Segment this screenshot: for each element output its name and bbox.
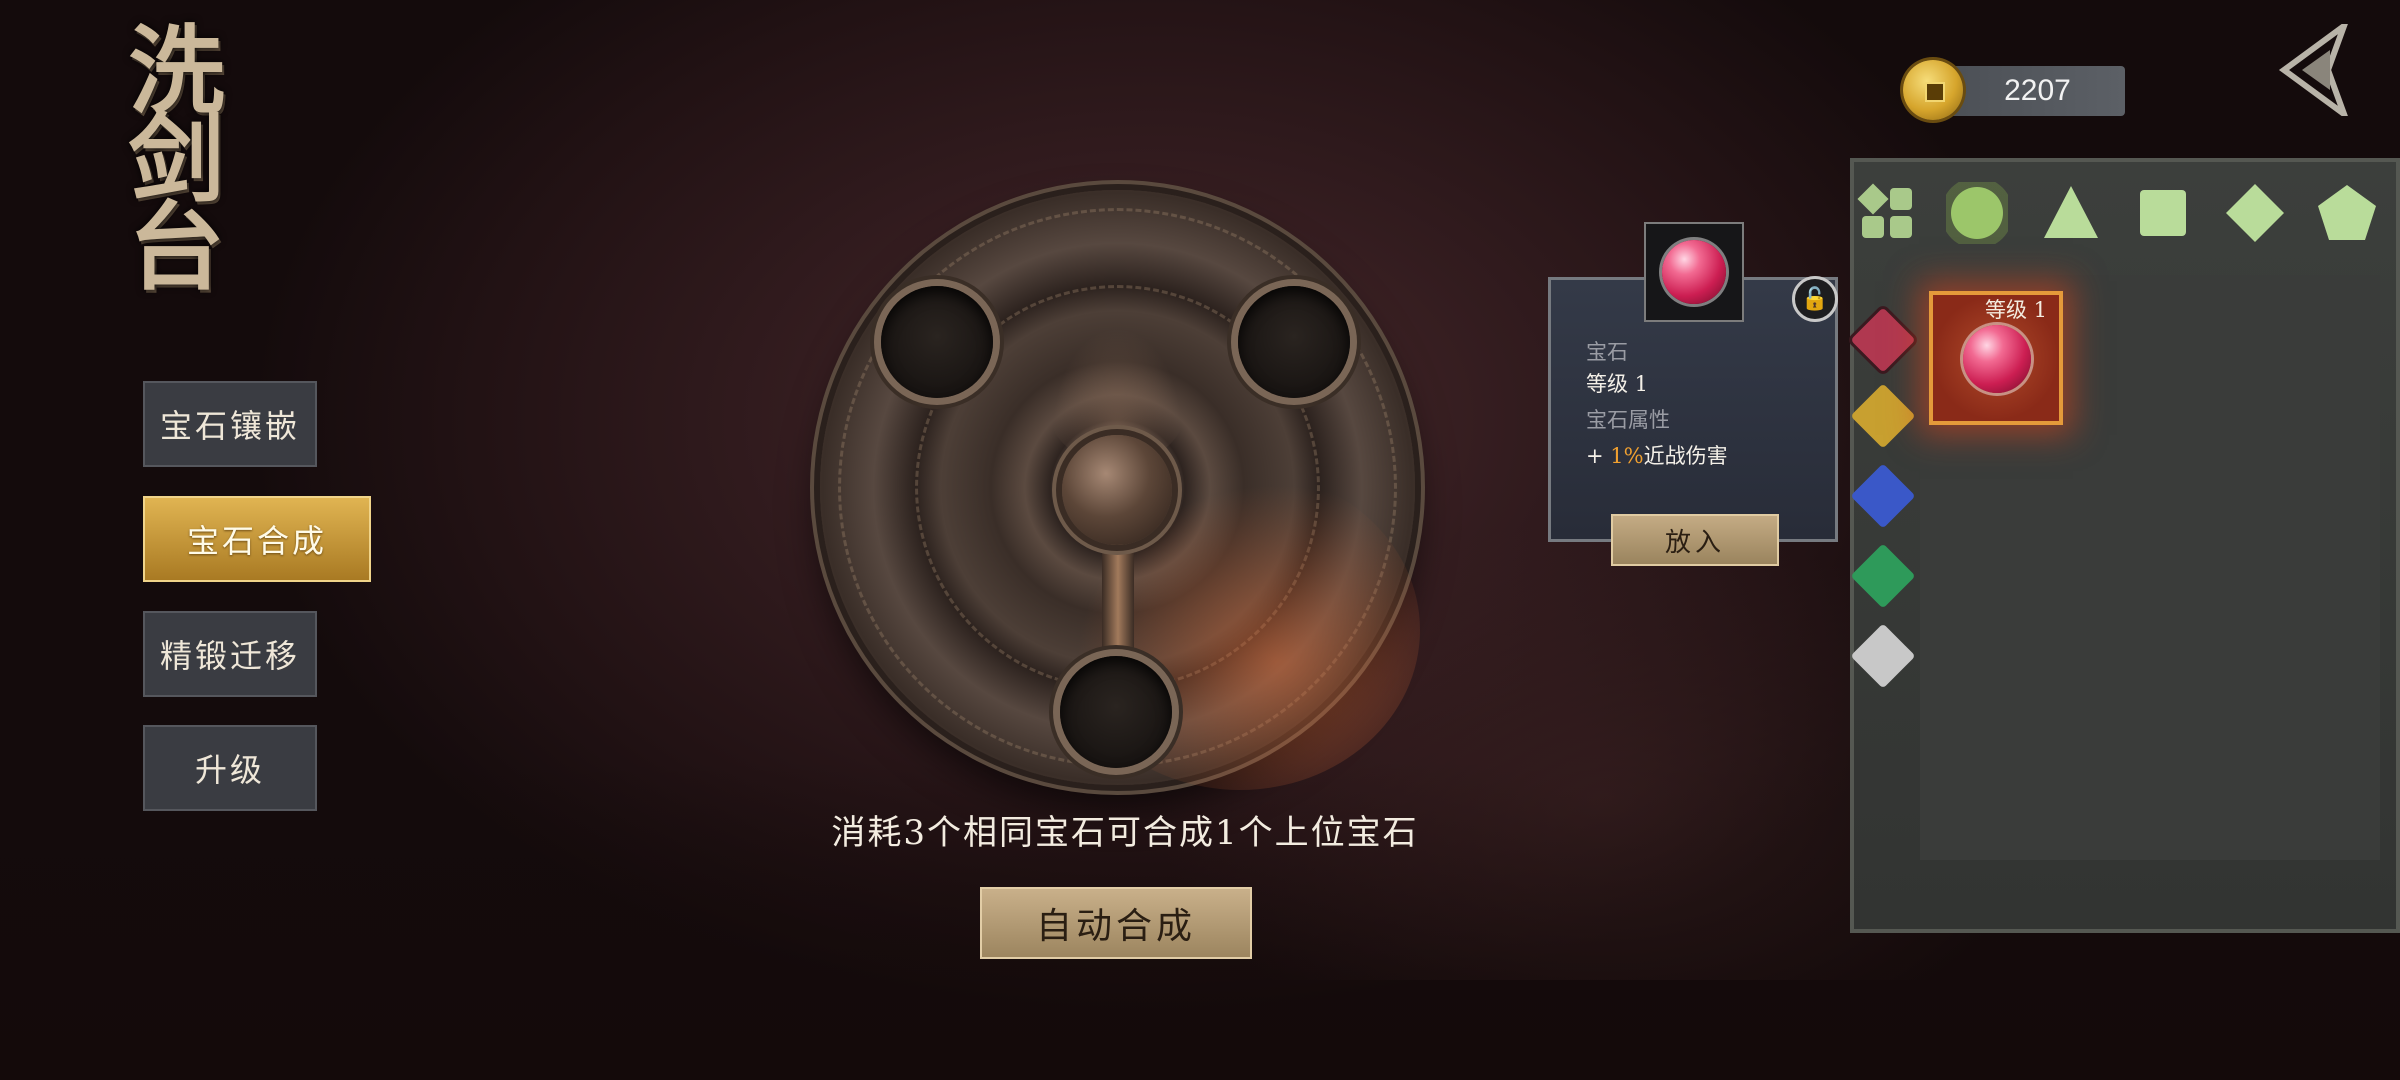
pentagon-icon[interactable] (2316, 182, 2378, 244)
bonus-value: 1% (1610, 444, 1644, 468)
tooltip-bonus: + 1%近战伤害 (1586, 440, 1728, 470)
gem-socket-right[interactable] (1238, 286, 1350, 398)
combine-disc (820, 190, 1420, 790)
disc-stem (1102, 530, 1134, 660)
bonus-text: 近战伤害 (1643, 444, 1728, 468)
tooltip-level: 等级 1 (1586, 372, 1649, 396)
gem-socket-bottom[interactable] (1060, 656, 1172, 768)
currency-amount: 2207 (2004, 74, 2071, 107)
menu-gem-combine[interactable]: 宝石合成 (143, 496, 371, 582)
bonus-prefix: + (1586, 444, 1611, 468)
diamond-icon[interactable] (2224, 182, 2286, 244)
menu-gem-inlay[interactable]: 宝石镶嵌 (143, 381, 317, 467)
unlock-icon[interactable]: 🔓 (1792, 276, 1838, 322)
gem-socket-left[interactable] (881, 286, 993, 398)
menu-upgrade[interactable]: 升级 (143, 725, 317, 811)
gold-coin-icon (1903, 60, 1963, 120)
square-icon[interactable] (2132, 182, 2194, 244)
triangle-icon[interactable] (2040, 182, 2102, 244)
auto-combine-button[interactable]: 自动合成 (980, 887, 1252, 959)
put-in-button[interactable]: 放入 (1611, 514, 1779, 566)
page-title: 洗剑台 (112, 20, 225, 284)
tooltip-gem-icon (1662, 240, 1726, 304)
center-orb (1062, 435, 1172, 545)
red-gem-icon (1963, 325, 2031, 393)
tooltip-type: 宝石 (1586, 340, 1628, 364)
combine-info-text: 消耗3个相同宝石可合成1个上位宝石 (831, 813, 1419, 853)
menu-refine-transfer[interactable]: 精锻迁移 (143, 611, 317, 697)
slot-level-label: 等级 1 (1985, 298, 2048, 322)
circle-icon[interactable] (1941, 177, 2013, 249)
grid-icon[interactable] (1856, 182, 1918, 244)
back-arrow-icon[interactable] (2272, 22, 2352, 117)
tooltip-attr-heading: 宝石属性 (1586, 408, 1670, 432)
